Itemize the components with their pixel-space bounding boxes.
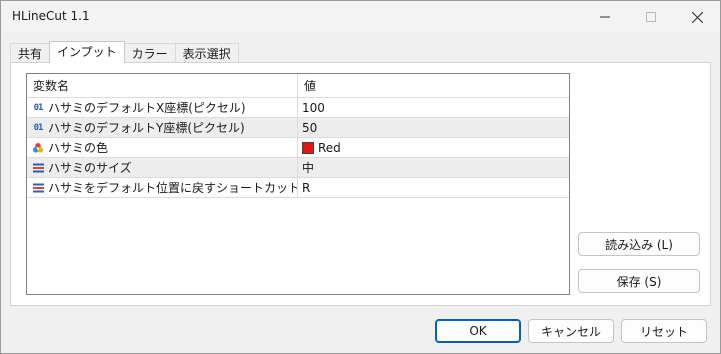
tab-visualization[interactable]: 表示選択 (174, 43, 239, 63)
ok-button[interactable]: OK (435, 319, 521, 343)
param-name: ハサミのサイズ (48, 161, 132, 175)
param-name: ハサミのデフォルトY座標(ピクセル) (48, 121, 245, 135)
table-row[interactable]: ハサミの色 Red (27, 138, 569, 158)
tab-inputs[interactable]: インプット (49, 41, 125, 63)
numeric-01-icon: 01 (33, 122, 44, 133)
row-name-cell: ハサミをデフォルト位置に戻すショートカットキー (27, 178, 298, 197)
param-name: ハサミをデフォルト位置に戻すショートカットキー (48, 181, 298, 195)
title-bar[interactable]: HLineCut 1.1 (1, 1, 720, 33)
table-row[interactable]: 01 ハサミのデフォルトY座標(ピクセル) 50 (27, 118, 569, 138)
window-title: HLineCut 1.1 (12, 9, 90, 23)
table-row[interactable]: 01 ハサミのデフォルトX座標(ピクセル) 100 (27, 98, 569, 118)
param-value: Red (318, 140, 341, 155)
minimize-icon (600, 16, 610, 18)
param-value[interactable]: 50 (298, 118, 569, 137)
tab-colors[interactable]: カラー (123, 43, 176, 63)
enum-list-icon (31, 182, 45, 194)
maximize-icon (646, 12, 656, 22)
param-value[interactable]: 中 (298, 158, 569, 177)
row-name-cell: 01 ハサミのデフォルトX座標(ピクセル) (27, 98, 298, 117)
save-button[interactable]: 保存 (S) (578, 269, 700, 293)
row-name-cell: ハサミのサイズ (27, 158, 298, 177)
color-swatch (302, 141, 314, 154)
column-header-name[interactable]: 変数名 (27, 74, 298, 97)
close-icon (691, 11, 703, 23)
minimize-button[interactable] (582, 1, 628, 33)
grid-header: 変数名 値 (27, 74, 569, 98)
row-name-cell: 01 ハサミのデフォルトY座標(ピクセル) (27, 118, 298, 137)
reset-button[interactable]: リセット (621, 319, 707, 343)
tab-common[interactable]: 共有 (10, 43, 51, 63)
enum-list-icon (31, 162, 45, 174)
numeric-01-icon: 01 (33, 102, 44, 113)
cancel-button[interactable]: キャンセル (528, 319, 614, 343)
close-button[interactable] (674, 1, 720, 33)
param-value-cell[interactable]: Red (298, 138, 569, 157)
param-value[interactable]: R (298, 178, 569, 197)
maximize-button (628, 1, 674, 33)
tab-bar: 共有 インプット カラー 表示選択 (10, 41, 239, 63)
row-name-cell: ハサミの色 (27, 138, 298, 157)
parameters-grid: 変数名 値 01 ハサミのデフォルトX座標(ピクセル) 100 01 ハサミのデ… (26, 73, 570, 295)
color-palette-icon (31, 142, 45, 154)
column-header-value[interactable]: 値 (298, 74, 569, 97)
dialog-window: HLineCut 1.1 共有 インプット カラー 表示選択 変数名 値 01 … (0, 0, 721, 354)
param-name: ハサミの色 (48, 141, 109, 155)
load-button[interactable]: 読み込み (L) (578, 232, 700, 256)
table-row[interactable]: ハサミをデフォルト位置に戻すショートカットキー R (27, 178, 569, 198)
inputs-panel: 変数名 値 01 ハサミのデフォルトX座標(ピクセル) 100 01 ハサミのデ… (10, 62, 711, 306)
param-name: ハサミのデフォルトX座標(ピクセル) (48, 101, 246, 115)
table-row[interactable]: ハサミのサイズ 中 (27, 158, 569, 178)
param-value[interactable]: 100 (298, 98, 569, 117)
